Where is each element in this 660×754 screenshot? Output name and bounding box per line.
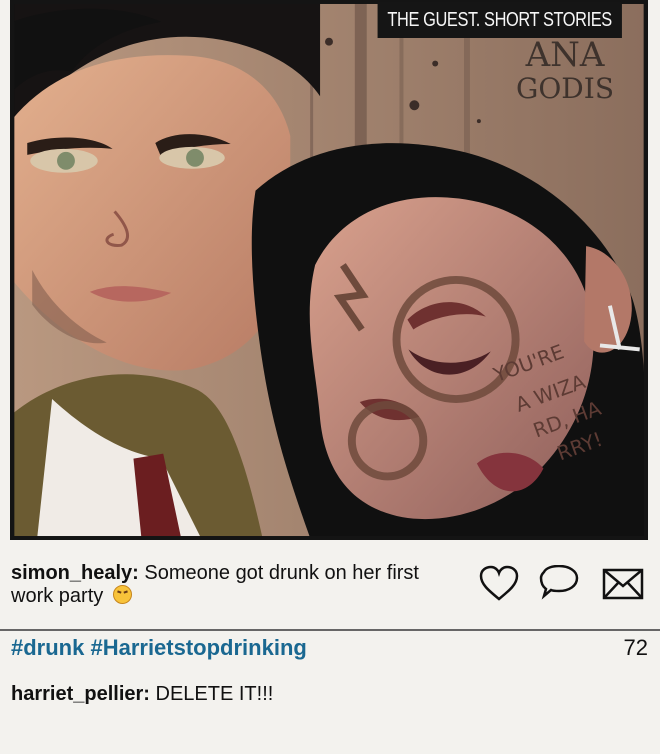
laughing-squint-emoji-icon: [112, 585, 132, 604]
comment-username[interactable]: harriet_pellier:: [11, 683, 150, 705]
comment-text: DELETE IT!!!: [155, 683, 274, 705]
envelope-icon[interactable]: [602, 565, 644, 603]
hashtags[interactable]: #drunk #Harrietstopdrinking: [11, 635, 307, 661]
speech-bubble-icon[interactable]: [538, 565, 580, 603]
series-title-tag: THE GUEST. SHORT STORIES: [377, 2, 622, 38]
artist-signature: ANA GODIS: [516, 38, 614, 106]
likes-count: 72: [623, 635, 648, 660]
post-username[interactable]: simon_healy:: [11, 562, 139, 584]
heart-icon[interactable]: [478, 565, 520, 603]
artist-name: ANA: [525, 35, 605, 75]
artist-surname: GODIS: [515, 72, 614, 105]
post-actions: [478, 565, 648, 605]
section-divider: [0, 629, 660, 631]
comment: harriet_pellier: DELETE IT!!!: [11, 682, 273, 706]
comic-panel: YOU'RE A WIZA RD, HA RRY! THE GUEST. SHO…: [10, 0, 648, 540]
post-caption: simon_healy: Someone got drunk on her fi…: [11, 562, 431, 608]
